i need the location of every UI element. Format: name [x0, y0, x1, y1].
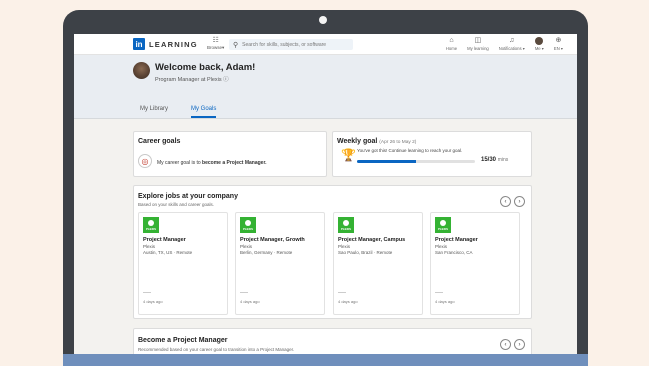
job-card[interactable]: PLEXIS Project Manager, Campus Plexis Sa… — [333, 212, 423, 315]
avatar — [535, 37, 544, 45]
webcam-dot — [319, 16, 327, 24]
career-goal-bold[interactable]: become a Project Manager. — [202, 160, 266, 166]
nav-me[interactable]: Me ▾ — [535, 36, 544, 51]
target-icon: ◎ — [138, 154, 152, 168]
top-navigation: in LEARNING ☷ Browse▾ ⚲ Search for skill… — [74, 34, 577, 55]
job-card[interactable]: PLEXIS Project Manager, Growth Plexis Be… — [235, 212, 325, 315]
job-location: Sao Paulo, Brazil · Remote — [338, 250, 393, 255]
progress-text: 15/30 — [481, 157, 497, 163]
job-company: Plexis — [143, 244, 156, 249]
weekly-goal-minutes: 15/30 mins — [481, 157, 508, 163]
nav-me-label: Me ▾ — [534, 46, 544, 51]
weekly-goal-message: You've got this! Continue learning to re… — [357, 148, 463, 153]
weekly-goal-dates: (Apr 26 to May 2) — [379, 140, 417, 145]
chevron-left-icon: ‹ — [504, 198, 507, 205]
jobs-prev-button[interactable]: ‹ — [500, 196, 511, 207]
job-card[interactable]: PLEXIS Project Manager Plexis Austin, TX… — [138, 212, 228, 315]
explore-jobs-title: Explore jobs at your company — [138, 193, 238, 200]
chevron-left-icon: ‹ — [504, 341, 507, 348]
nav-notifications[interactable]: ♫ Notifications ▾ — [499, 36, 525, 51]
trophy-icon: 🏆 — [341, 148, 356, 162]
job-posted-age: 4 days ago — [143, 299, 163, 304]
tab-my-goals[interactable]: My Goals — [191, 106, 217, 118]
job-title[interactable]: Project Manager, Campus — [338, 237, 405, 243]
plexis-logo: PLEXIS — [143, 217, 159, 233]
job-divider — [435, 292, 443, 293]
job-company: Plexis — [435, 244, 448, 249]
job-posted-age: 4 days ago — [240, 299, 260, 304]
career-goals-card: Career goals ◎ My career goal is to beco… — [133, 131, 327, 177]
job-divider — [143, 292, 151, 293]
tab-my-library[interactable]: My Library — [140, 106, 168, 118]
weekly-goal-label: Weekly goal — [337, 138, 378, 145]
weekly-goal-progress-bar — [357, 160, 475, 163]
progress-fill — [357, 160, 416, 163]
search-input[interactable]: ⚲ Search for skills, subjects, or softwa… — [229, 39, 353, 50]
app-screen: in LEARNING ☷ Browse▾ ⚲ Search for skill… — [74, 34, 577, 362]
job-divider — [240, 292, 248, 293]
linkedin-learning-logo[interactable]: in LEARNING — [133, 38, 198, 50]
job-company: Plexis — [240, 244, 253, 249]
profile-header: Welcome back, Adam! Program Manager at P… — [74, 55, 577, 119]
job-title[interactable]: Project Manager — [435, 237, 478, 243]
job-title[interactable]: Project Manager, Growth — [240, 237, 305, 243]
search-placeholder: Search for skills, subjects, or software — [242, 41, 327, 48]
job-title[interactable]: Project Manager — [143, 237, 186, 243]
bookmark-icon: ◫ — [474, 37, 482, 44]
career-goal-prefix: My career goal is to — [157, 160, 203, 166]
bell-icon: ♫ — [509, 37, 515, 44]
search-icon: ⚲ — [233, 41, 239, 49]
job-card[interactable]: PLEXIS Project Manager Plexis San Franci… — [430, 212, 520, 315]
grid-icon: ☷ — [212, 37, 219, 44]
nav-language[interactable]: ⊕ EN ▾ — [554, 36, 563, 51]
become-pm-subtitle: Recommended based on your career goal to… — [138, 347, 295, 352]
plexis-logo: PLEXIS — [338, 217, 354, 233]
globe-icon: ⊕ — [555, 37, 562, 44]
job-location: Austin, TX, US · Remote — [143, 250, 193, 255]
job-location: Berlin, Germany · Remote — [240, 250, 293, 255]
chevron-right-icon: › — [518, 341, 521, 348]
job-location: San Francisco, CA — [435, 250, 473, 255]
career-goal-text: My career goal is to become a Project Ma… — [157, 160, 267, 166]
weekly-goal-title: Weekly goal (Apr 26 to May 2) — [337, 138, 416, 145]
nav-language-label: EN ▾ — [553, 46, 563, 51]
nav-home[interactable]: ⌂ Home — [446, 36, 457, 51]
job-divider — [338, 292, 346, 293]
profile-subtitle: Program Manager at Plexis ⓘ — [155, 77, 229, 83]
profile-avatar — [133, 62, 150, 79]
explore-jobs-subtitle: Based on your skills and career goals. — [138, 202, 215, 207]
pm-prev-button[interactable]: ‹ — [500, 339, 511, 350]
nav-notifications-label: Notifications ▾ — [498, 46, 525, 51]
progress-unit: mins — [497, 157, 509, 163]
nav-my-learning[interactable]: ◫ My learning — [467, 36, 489, 51]
browse-label: Browse▾ — [207, 45, 225, 50]
weekly-goal-card: Weekly goal (Apr 26 to May 2) 🏆 You've g… — [332, 131, 532, 177]
become-pm-title: Become a Project Manager — [138, 337, 228, 344]
tab-bar: My Library My Goals — [140, 106, 217, 118]
laptop-frame: in LEARNING ☷ Browse▾ ⚲ Search for skill… — [63, 10, 588, 362]
jobs-next-button[interactable]: › — [514, 196, 525, 207]
nav-my-learning-label: My learning — [467, 46, 489, 51]
job-company: Plexis — [338, 244, 351, 249]
job-posted-age: 4 days ago — [435, 299, 455, 304]
plexis-logo: PLEXIS — [240, 217, 256, 233]
nav-home-label: Home — [445, 46, 458, 51]
laptop-base — [63, 354, 588, 366]
chevron-right-icon: › — [518, 198, 521, 205]
job-posted-age: 4 days ago — [338, 299, 358, 304]
linkedin-in-icon: in — [133, 38, 145, 50]
welcome-heading: Welcome back, Adam! — [155, 62, 256, 73]
logo-text: LEARNING — [149, 39, 198, 49]
home-icon: ⌂ — [449, 37, 454, 44]
career-goals-title: Career goals — [138, 138, 181, 145]
explore-jobs-card: Explore jobs at your company Based on yo… — [133, 185, 532, 319]
plexis-logo: PLEXIS — [435, 217, 451, 233]
pm-next-button[interactable]: › — [514, 339, 525, 350]
browse-menu[interactable]: ☷ Browse▾ — [207, 37, 224, 51]
